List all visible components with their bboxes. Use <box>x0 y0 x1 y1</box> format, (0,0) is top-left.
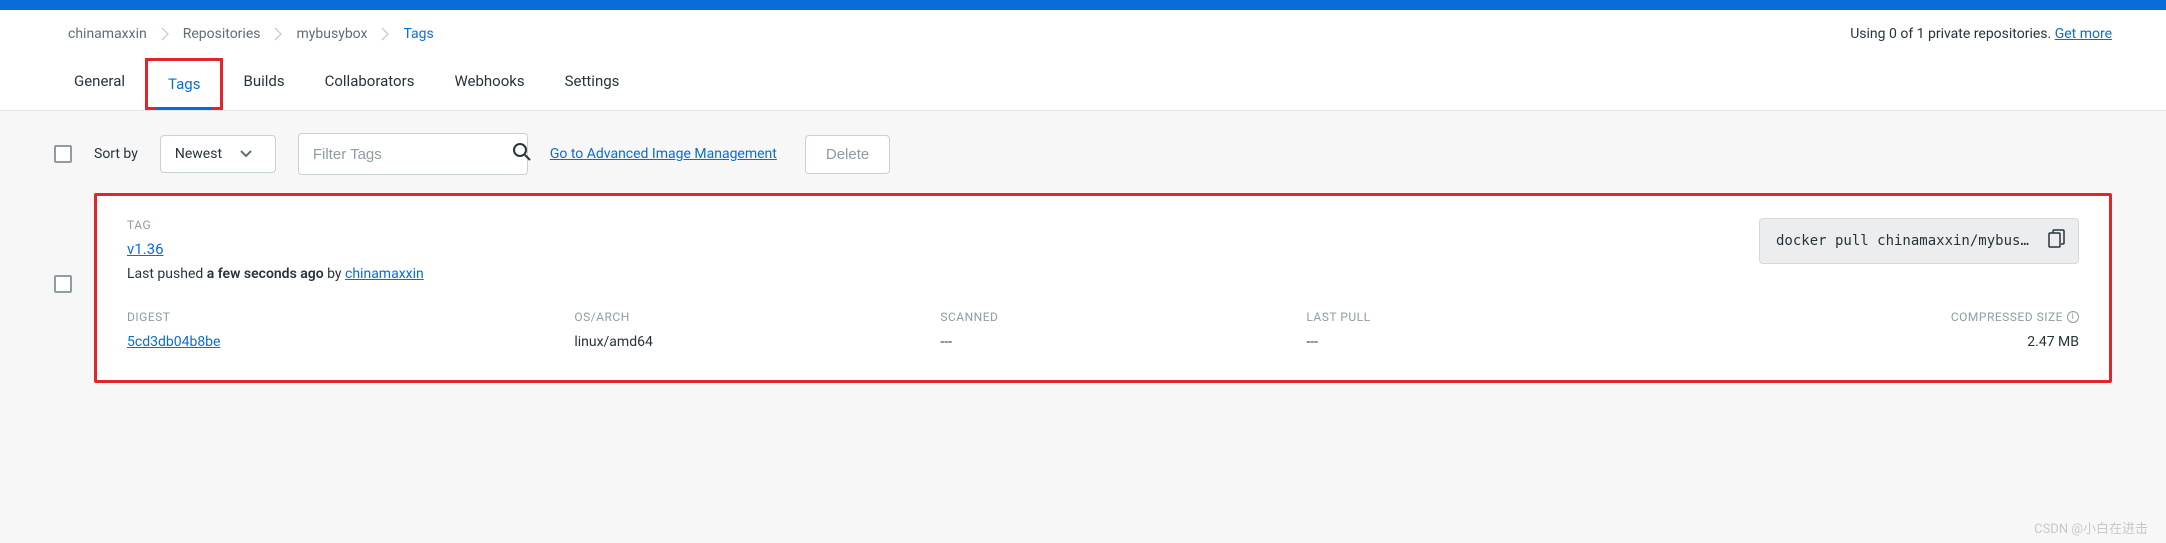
sort-select-value: Newest <box>175 146 222 162</box>
select-tag-checkbox[interactable] <box>54 275 72 293</box>
chevron-down-icon <box>240 146 252 162</box>
tag-pushed-info: Last pushed a few seconds ago by chinama… <box>127 266 424 282</box>
sort-select[interactable]: Newest <box>160 135 276 173</box>
pull-command-box[interactable]: docker pull chinamaxxin/mybusybo… <box>1759 218 2079 264</box>
tag-card: TAG v1.36 Last pushed a few seconds ago … <box>94 193 2112 383</box>
col-size: COMPRESSED SIZEi <box>1672 310 2079 324</box>
cell-size: 2.47 MB <box>1672 334 2079 350</box>
chevron-right-icon <box>381 27 389 41</box>
select-all-checkbox[interactable] <box>54 145 72 163</box>
tabs-row: General Tags Builds Collaborators Webhoo… <box>0 58 2166 111</box>
tab-settings[interactable]: Settings <box>545 58 640 110</box>
breadcrumb-item-tags[interactable]: Tags <box>389 10 447 58</box>
repo-usage: Using 0 of 1 private repositories. Get m… <box>1850 26 2112 42</box>
tab-general[interactable]: General <box>54 58 145 110</box>
get-more-link[interactable]: Get more <box>2055 26 2112 42</box>
pushed-time: a few seconds ago <box>207 266 324 282</box>
col-lastpull: LAST PULL <box>1306 310 1672 324</box>
col-scanned: SCANNED <box>940 310 1306 324</box>
tab-webhooks[interactable]: Webhooks <box>434 58 544 110</box>
repo-usage-text: Using 0 of 1 private repositories. <box>1850 26 2054 42</box>
tag-name-link[interactable]: v1.36 <box>127 240 164 258</box>
filter-tags-input[interactable] <box>313 146 512 163</box>
pushed-prefix: Last pushed <box>127 266 207 282</box>
copy-icon[interactable] <box>2048 229 2066 253</box>
header-row: chinamaxxin Repositories mybusybox Tags … <box>0 10 2166 58</box>
toolbar: Sort by Newest Go to Advanced Image Mana… <box>0 111 2166 193</box>
cell-scanned: --- <box>940 334 1306 350</box>
col-osarch: OS/ARCH <box>574 310 940 324</box>
cell-digest: 5cd3db04b8be <box>127 334 574 350</box>
breadcrumb: chinamaxxin Repositories mybusybox Tags <box>54 10 448 58</box>
pushed-by-link[interactable]: chinamaxxin <box>345 266 424 282</box>
tag-card-header: TAG v1.36 Last pushed a few seconds ago … <box>127 218 2079 282</box>
tag-card-wrap: TAG v1.36 Last pushed a few seconds ago … <box>0 193 2166 401</box>
filter-tags-searchbox[interactable] <box>298 133 528 175</box>
tab-collaborators[interactable]: Collaborators <box>305 58 435 110</box>
top-bar <box>0 0 2166 10</box>
digest-link[interactable]: 5cd3db04b8be <box>127 334 220 350</box>
chevron-right-icon <box>161 27 169 41</box>
breadcrumb-item-user[interactable]: chinamaxxin <box>54 10 161 58</box>
pushed-mid: by <box>324 266 345 282</box>
watermark: CSDN @小白在进击 <box>2034 518 2148 537</box>
tag-details-table: DIGEST OS/ARCH SCANNED LAST PULL COMPRES… <box>127 310 2079 350</box>
pull-command-text: docker pull chinamaxxin/mybusybo… <box>1776 233 2034 249</box>
breadcrumb-item-repositories[interactable]: Repositories <box>169 10 275 58</box>
info-icon[interactable]: i <box>2067 311 2079 323</box>
cell-lastpull: --- <box>1306 334 1672 350</box>
breadcrumb-item-repo[interactable]: mybusybox <box>282 10 381 58</box>
tag-section-label: TAG <box>127 218 424 232</box>
tab-tags[interactable]: Tags <box>145 58 223 110</box>
cell-osarch: linux/amd64 <box>574 334 940 350</box>
advanced-image-management-link[interactable]: Go to Advanced Image Management <box>550 146 777 162</box>
chevron-right-icon <box>274 27 282 41</box>
search-icon[interactable] <box>512 142 532 166</box>
sortby-label: Sort by <box>94 146 138 162</box>
delete-button[interactable]: Delete <box>805 135 890 174</box>
tab-builds[interactable]: Builds <box>223 58 304 110</box>
col-digest: DIGEST <box>127 310 574 324</box>
